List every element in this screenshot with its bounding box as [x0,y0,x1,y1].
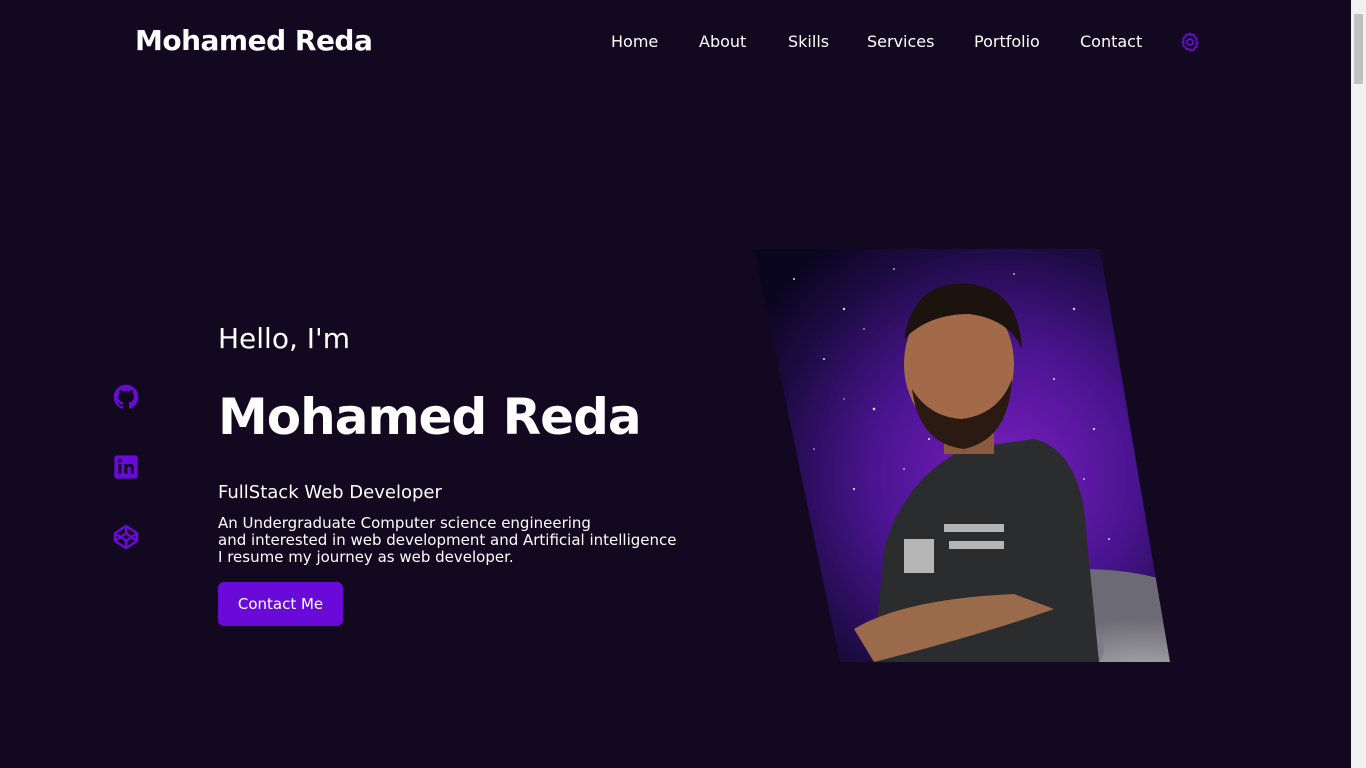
contact-me-button[interactable]: Contact Me [218,582,343,626]
nav-services[interactable]: Services [867,32,934,51]
hero-description: An Undergraduate Computer science engine… [218,515,698,566]
page-scrollbar[interactable] [1351,0,1366,768]
description-line: An Undergraduate Computer science engine… [218,514,591,532]
main-nav: Home About Skills Services Portfolio Con… [0,0,1351,84]
hero-role: FullStack Web Developer [218,482,442,503]
hero-name: Mohamed Reda [218,388,642,446]
github-link[interactable] [112,383,140,411]
nav-portfolio[interactable]: Portfolio [974,32,1040,51]
gear-icon [1181,32,1199,52]
nav-contact[interactable]: Contact [1080,32,1142,51]
codepen-icon [113,524,139,550]
settings-button[interactable] [1179,31,1201,53]
nav-home[interactable]: Home [611,32,658,51]
profile-photo [754,249,1170,662]
linkedin-link[interactable] [112,453,140,481]
nav-skills[interactable]: Skills [788,32,829,51]
description-line: and interested in web development and Ar… [218,531,677,549]
site-header: Mohamed Reda Home About Skills Services … [0,0,1351,84]
hero-greeting: Hello, I'm [218,322,351,355]
description-line: I resume my journey as web developer. [218,548,514,566]
codepen-link[interactable] [112,523,140,551]
github-icon [113,384,139,409]
linkedin-icon [114,455,138,479]
scrollbar-thumb[interactable] [1354,14,1363,84]
nav-about[interactable]: About [699,32,746,51]
